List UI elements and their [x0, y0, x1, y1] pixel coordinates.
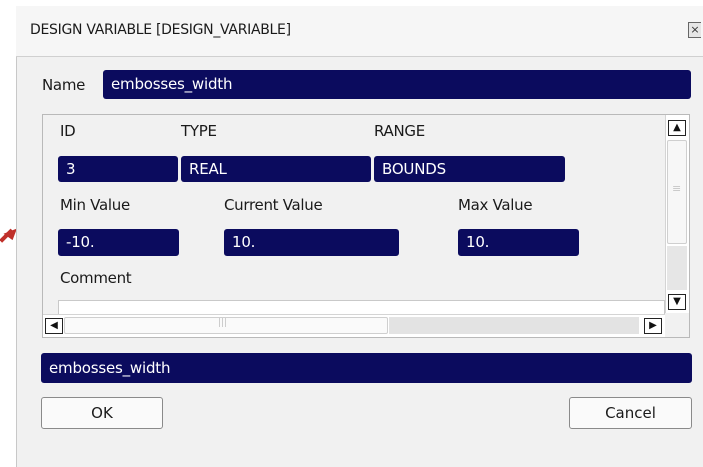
properties-panel — [43, 115, 665, 313]
horizontal-grip-icon: ||| — [218, 318, 228, 328]
dialog-title: DESIGN VARIABLE [DESIGN_VARIABLE] — [30, 22, 291, 38]
id-header: ID — [60, 122, 76, 140]
vertical-scroll-track[interactable] — [667, 246, 687, 290]
vertical-grip-icon: ≡ — [672, 182, 682, 195]
min-value-label: Min Value — [60, 196, 130, 214]
horizontal-scroll-track[interactable] — [389, 317, 639, 334]
scroll-right-icon[interactable]: ▶ — [644, 318, 662, 334]
type-field[interactable]: REAL — [181, 156, 371, 182]
name-field[interactable]: embosses_width — [103, 70, 691, 99]
scroll-up-icon[interactable]: ▲ — [668, 120, 686, 136]
id-field[interactable]: 3 — [58, 156, 178, 182]
max-value-field[interactable]: 10. — [458, 229, 579, 256]
range-field[interactable]: BOUNDS — [374, 156, 565, 182]
scroll-down-icon[interactable]: ▼ — [668, 294, 686, 310]
variable-name-field[interactable]: embosses_width — [41, 353, 692, 383]
current-value-field[interactable]: 10. — [224, 229, 399, 256]
name-label: Name — [42, 76, 86, 94]
cancel-button[interactable]: Cancel — [569, 397, 692, 429]
max-value-label: Max Value — [458, 196, 533, 214]
comment-field[interactable] — [58, 300, 665, 314]
type-header: TYPE — [181, 122, 217, 140]
comment-label: Comment — [60, 269, 132, 287]
ok-button[interactable]: OK — [41, 397, 163, 429]
scrollbar-corner — [665, 314, 689, 337]
close-icon[interactable]: × — [688, 22, 701, 38]
scroll-left-icon[interactable]: ◀ — [45, 318, 63, 334]
min-value-field[interactable]: -10. — [58, 229, 179, 256]
range-header: RANGE — [374, 122, 425, 140]
current-value-label: Current Value — [224, 196, 323, 214]
